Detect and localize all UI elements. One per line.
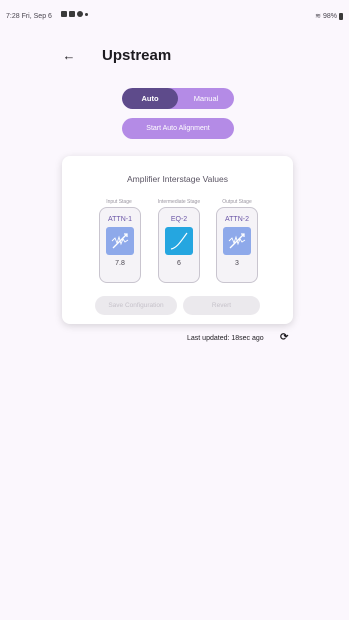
stage-label-input: Input Stage xyxy=(106,199,132,205)
stage-label-output: Output Stage xyxy=(222,199,252,205)
stage-name: EQ-2 xyxy=(170,216,188,223)
battery-percent: 98% xyxy=(322,12,337,20)
mode-toggle: Auto Manual xyxy=(122,88,234,109)
status-right: ≋ 98% xyxy=(315,12,343,20)
notification-icons xyxy=(61,11,88,17)
refresh-icon[interactable]: ⟳ xyxy=(280,333,290,343)
stage-name: ATTN-2 xyxy=(225,216,249,223)
stage-name: ATTN-1 xyxy=(108,216,132,223)
last-updated-text: Last updated: 18sec ago xyxy=(187,335,264,342)
page-title: Upstream xyxy=(102,47,172,64)
settings-icon xyxy=(77,11,83,17)
stage-label-intermediate: Intermediate Stage xyxy=(157,199,201,205)
image-icon xyxy=(61,11,67,17)
equalizer-curve-icon xyxy=(165,227,193,255)
attenuator-icon xyxy=(223,227,251,255)
wifi-icon: ≋ xyxy=(315,13,321,20)
card-title: Amplifier Interstage Values xyxy=(127,174,228,184)
mode-auto-button[interactable]: Auto xyxy=(122,88,178,109)
back-arrow-icon[interactable]: ← xyxy=(62,49,76,63)
revert-button[interactable]: Revert xyxy=(183,296,260,315)
stage-value: 7.8 xyxy=(115,260,125,267)
mode-manual-button[interactable]: Manual xyxy=(178,88,234,109)
amplifier-interstage-card: Amplifier Interstage Values Input Stage … xyxy=(62,156,293,324)
dot-icon xyxy=(85,13,88,16)
stage-eq-2[interactable]: EQ-2 6 xyxy=(158,207,200,283)
battery-icon xyxy=(339,12,343,20)
attenuator-icon xyxy=(106,227,134,255)
stage-value: 6 xyxy=(177,260,181,267)
status-time: 7:28 Fri, Sep 6 xyxy=(6,13,52,20)
stage-value: 3 xyxy=(235,260,239,267)
status-bar: 7:28 Fri, Sep 6 ≋ 98% xyxy=(0,0,349,28)
clipboard-icon xyxy=(69,11,75,17)
save-configuration-button[interactable]: Save Configuration xyxy=(95,296,177,315)
stage-attn-1[interactable]: ATTN-1 7.8 xyxy=(99,207,141,283)
stage-attn-2[interactable]: ATTN-2 3 xyxy=(216,207,258,283)
start-auto-alignment-button[interactable]: Start Auto Alignment xyxy=(122,118,234,139)
